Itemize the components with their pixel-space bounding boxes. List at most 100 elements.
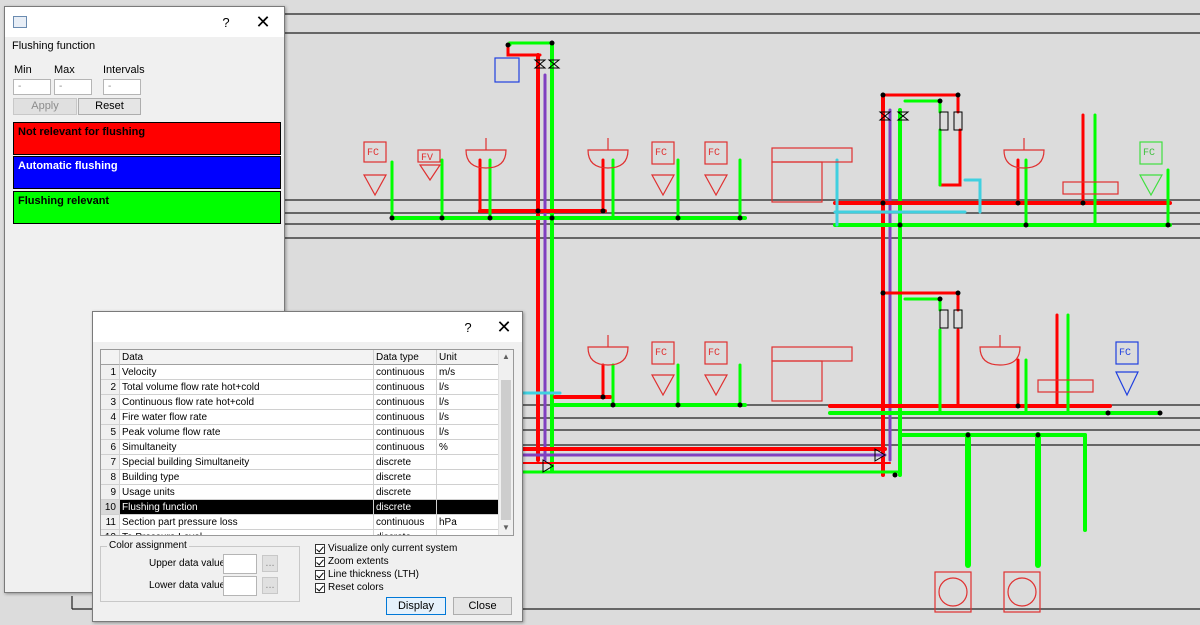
table-row[interactable]: 4 Fire water flow rate continuous l/s bbox=[101, 410, 499, 425]
table-row[interactable]: 5 Peak volume flow rate continuous l/s bbox=[101, 425, 499, 440]
table-row[interactable]: 7 Special building Simultaneity discrete bbox=[101, 455, 499, 470]
row-data: Simultaneity bbox=[120, 440, 374, 455]
window-icon bbox=[13, 16, 27, 28]
data-dialog-titlebar[interactable]: ? ✕ bbox=[93, 312, 522, 342]
row-data-type: continuous bbox=[374, 380, 437, 395]
row-data-type: continuous bbox=[374, 425, 437, 440]
max-input[interactable]: - bbox=[54, 79, 92, 95]
intervals-input[interactable]: - bbox=[103, 79, 141, 95]
header-num bbox=[101, 350, 120, 365]
lower-browse-button[interactable]: ... bbox=[262, 577, 278, 594]
row-number: 10 bbox=[101, 500, 120, 515]
table-row[interactable]: 8 Building type discrete bbox=[101, 470, 499, 485]
scrollbar-thumb[interactable] bbox=[501, 380, 511, 520]
row-data-type: discrete bbox=[374, 485, 437, 500]
column-header-unit[interactable]: Unit bbox=[437, 350, 499, 365]
row-number: 9 bbox=[101, 485, 120, 500]
row-number: 12 bbox=[101, 530, 120, 535]
row-data: Flushing function bbox=[120, 500, 374, 515]
row-data-type: continuous bbox=[374, 410, 437, 425]
row-unit bbox=[437, 500, 499, 515]
upper-data-input[interactable] bbox=[223, 554, 257, 574]
row-data-type: continuous bbox=[374, 515, 437, 530]
row-data: Special building Simultaneity bbox=[120, 455, 374, 470]
checkbox-label: Line thickness (LTH) bbox=[328, 569, 419, 580]
row-unit bbox=[437, 470, 499, 485]
help-button[interactable]: ? bbox=[208, 7, 244, 37]
checkbox-reset-colors[interactable]: Reset colors bbox=[315, 581, 384, 594]
scroll-up-icon[interactable]: ▲ bbox=[499, 350, 513, 364]
checkbox-zoom-extents[interactable]: Zoom extents bbox=[315, 555, 389, 568]
group-title: Color assignment bbox=[107, 540, 189, 551]
close-icon[interactable]: ✕ bbox=[245, 7, 281, 37]
table-header: Data Data type Unit bbox=[101, 350, 499, 365]
lower-data-input[interactable] bbox=[223, 576, 257, 596]
row-number: 8 bbox=[101, 470, 120, 485]
row-data: Velocity bbox=[120, 365, 374, 380]
table-row[interactable]: 11 Section part pressure loss continuous hP… bbox=[101, 515, 499, 530]
fixture-label: FC bbox=[367, 148, 379, 159]
reset-button[interactable]: Reset bbox=[78, 98, 141, 115]
display-button[interactable]: Display bbox=[386, 597, 446, 615]
fixture-label: FC bbox=[1119, 348, 1131, 359]
band-relevant: Flushing relevant bbox=[13, 191, 281, 224]
row-number: 1 bbox=[101, 365, 120, 380]
table-row[interactable]: 1 Velocity continuous m/s bbox=[101, 365, 499, 380]
help-button[interactable]: ? bbox=[450, 312, 486, 342]
row-unit bbox=[437, 530, 499, 535]
fixture-label: FC bbox=[1143, 148, 1155, 159]
data-table[interactable]: Data Data type Unit 1 Velocity continuous m… bbox=[100, 349, 514, 536]
column-header-type[interactable]: Data type bbox=[374, 350, 437, 365]
checkbox-checked-icon[interactable] bbox=[315, 569, 325, 580]
table-row[interactable]: 6 Simultaneity continuous% bbox=[101, 440, 499, 455]
row-data: Building type bbox=[120, 470, 374, 485]
table-scrollbar[interactable]: ▲ ▼ bbox=[498, 350, 513, 535]
row-data: To Pressure Level bbox=[120, 530, 374, 535]
table-row[interactable]: 9 Usage units discrete bbox=[101, 485, 499, 500]
table-row[interactable]: 12To Pressure Leveldiscrete bbox=[101, 530, 499, 535]
row-unit: m/s bbox=[437, 365, 499, 380]
checkbox-visualize-current[interactable]: Visualize only current system bbox=[315, 542, 457, 555]
row-data: Total volume flow rate hot+cold bbox=[120, 380, 374, 395]
table-row[interactable]: 3 Continuous flow rate hot+cold continuous… bbox=[101, 395, 499, 410]
apply-button[interactable]: Apply bbox=[13, 98, 77, 115]
table-row[interactable]: 2 Total volume flow rate hot+cold continuo… bbox=[101, 380, 499, 395]
row-number: 11 bbox=[101, 515, 120, 530]
fixture-label: FV bbox=[421, 153, 433, 164]
row-number: 6 bbox=[101, 440, 120, 455]
fixture-label: FC bbox=[708, 348, 720, 359]
band-not-relevant: Not relevant for flushing bbox=[13, 122, 281, 155]
checkbox-checked-icon[interactable] bbox=[315, 543, 325, 554]
row-number: 3 bbox=[101, 395, 120, 410]
column-header-data[interactable]: Data bbox=[120, 350, 374, 365]
checkbox-checked-icon[interactable] bbox=[315, 556, 325, 567]
checkbox-line-thickness[interactable]: Line thickness (LTH) bbox=[315, 568, 419, 581]
upper-browse-button[interactable]: ... bbox=[262, 555, 278, 572]
table-row[interactable]: 10 Flushing function discrete bbox=[101, 500, 499, 515]
row-unit: hPa bbox=[437, 515, 499, 530]
fixture-label: FC bbox=[655, 348, 667, 359]
row-data: Fire water flow rate bbox=[120, 410, 374, 425]
row-data-type: continuous bbox=[374, 440, 437, 455]
close-icon[interactable]: ✕ bbox=[486, 312, 522, 342]
scroll-down-icon[interactable]: ▼ bbox=[499, 521, 513, 535]
row-data-type: continuous bbox=[374, 395, 437, 410]
row-data-type: discrete bbox=[374, 455, 437, 470]
row-unit bbox=[437, 485, 499, 500]
close-button[interactable]: Close bbox=[453, 597, 512, 615]
row-unit: l/s bbox=[437, 410, 499, 425]
min-input[interactable]: - bbox=[13, 79, 51, 95]
lower-data-label: Lower data value bbox=[149, 580, 226, 591]
row-data: Peak volume flow rate bbox=[120, 425, 374, 440]
row-number: 5 bbox=[101, 425, 120, 440]
flushing-dialog-titlebar[interactable]: ? ✕ bbox=[5, 7, 284, 37]
intervals-label: Intervals bbox=[103, 64, 145, 76]
checkbox-checked-icon[interactable] bbox=[315, 582, 325, 593]
band-automatic: Automatic flushing bbox=[13, 156, 281, 189]
row-data-type: discrete bbox=[374, 500, 437, 515]
row-unit: l/s bbox=[437, 395, 499, 410]
row-number: 7 bbox=[101, 455, 120, 470]
row-unit bbox=[437, 455, 499, 470]
row-unit: l/s bbox=[437, 425, 499, 440]
fixture-label: FC bbox=[708, 148, 720, 159]
